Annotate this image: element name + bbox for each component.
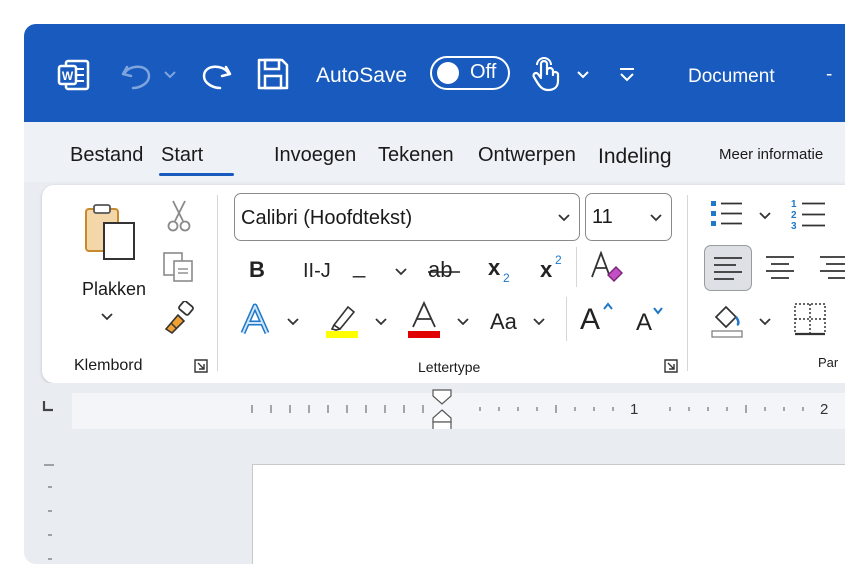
document-page[interactable] — [252, 464, 845, 564]
numbering-icon[interactable]: 1 2 3 — [790, 197, 826, 232]
autosave-toggle[interactable]: Off — [430, 56, 510, 90]
clear-formatting-icon[interactable] — [590, 250, 626, 285]
subscript-button[interactable]: x 2 — [488, 255, 518, 285]
align-left-button[interactable] — [704, 245, 752, 291]
text-effects-icon[interactable] — [240, 303, 274, 337]
first-line-indent-marker-icon[interactable] — [432, 389, 452, 405]
paste-label[interactable]: Plakken — [82, 279, 146, 300]
change-case-dropdown-chevron-icon[interactable] — [532, 315, 546, 329]
copy-icon[interactable] — [162, 251, 196, 283]
tab-selector-icon[interactable] — [42, 399, 54, 412]
tab-indeling[interactable]: Indeling — [598, 145, 672, 169]
ruler-strip: 1 2 — [72, 389, 845, 433]
shrink-font-button[interactable]: A — [636, 303, 666, 336]
minimize-button[interactable]: - — [826, 64, 832, 86]
font-size-combobox[interactable]: 11 — [585, 193, 672, 241]
font-inner-separator-2 — [566, 297, 567, 341]
superscript-label: x — [540, 257, 553, 282]
highlight-dropdown-chevron-icon[interactable] — [374, 315, 388, 329]
clipboard-group-label: Klembord — [74, 357, 143, 374]
redo-icon[interactable] — [198, 58, 234, 92]
subscript-index: 2 — [503, 271, 510, 285]
autosave-state: Off — [470, 61, 497, 83]
text-effects-dropdown-chevron-icon[interactable] — [286, 315, 300, 329]
cut-icon[interactable] — [166, 199, 192, 233]
svg-text:2: 2 — [791, 210, 797, 221]
font-name-combobox[interactable]: Calibri (Hoofdtekst) — [234, 193, 580, 241]
word-window: W AutoSave Off Document - Bestand Start … — [24, 24, 845, 564]
tab-bestand[interactable]: Bestand — [70, 144, 143, 167]
undo-dropdown-chevron-icon[interactable] — [163, 68, 177, 82]
paste-dropdown-chevron-icon[interactable] — [100, 310, 114, 324]
shrink-font-label: A — [636, 309, 653, 336]
font-dialog-launcher-icon[interactable] — [664, 359, 678, 373]
bullets-dropdown-chevron-icon[interactable] — [758, 209, 772, 223]
document-area — [24, 429, 845, 564]
underline-dropdown-chevron-icon[interactable] — [394, 265, 408, 279]
font-color-dropdown-chevron-icon[interactable] — [456, 315, 470, 329]
paragraph-group-label: Par — [818, 355, 839, 370]
undo-icon[interactable] — [119, 58, 155, 92]
font-name-value: Calibri (Hoofdtekst) — [241, 207, 413, 229]
document-title: Document — [688, 66, 775, 87]
title-bar: W AutoSave Off Document - — [24, 24, 845, 122]
paste-icon[interactable] — [82, 203, 140, 261]
vertical-ruler — [24, 429, 72, 564]
ruler-mark-2: 2 — [820, 401, 829, 418]
borders-icon[interactable] — [792, 301, 828, 337]
change-case-button[interactable]: Aa — [490, 309, 517, 335]
align-right-icon[interactable] — [816, 249, 845, 285]
superscript-button[interactable]: x 2 — [540, 253, 570, 283]
touch-mode-dropdown-chevron-icon[interactable] — [576, 68, 590, 82]
highlight-color-icon[interactable] — [326, 301, 360, 339]
tab-start[interactable]: Start — [161, 144, 203, 167]
font-name-chevron-icon[interactable] — [557, 211, 571, 230]
font-size-chevron-icon[interactable] — [649, 211, 663, 230]
underline-button[interactable]: _ — [353, 253, 365, 279]
bold-button[interactable]: B — [249, 257, 265, 283]
tab-invoegen[interactable]: Invoegen — [274, 144, 356, 167]
ribbon-tabs: Bestand Start Invoegen Tekenen Ontwerpen… — [24, 122, 845, 182]
more-info-link[interactable]: Meer informatie — [719, 146, 823, 163]
word-logo-icon[interactable]: W — [57, 58, 91, 92]
shading-icon[interactable] — [710, 301, 746, 339]
clipboard-separator — [217, 195, 218, 371]
align-center-icon[interactable] — [762, 249, 798, 285]
svg-text:3: 3 — [791, 221, 797, 231]
horizontal-ruler: 1 2 — [24, 383, 845, 433]
strikethrough-button[interactable]: ab — [428, 257, 462, 283]
font-size-value: 11 — [592, 206, 613, 228]
ruler-mark-1: 1 — [630, 401, 639, 418]
save-icon[interactable] — [256, 57, 290, 91]
svg-text:1: 1 — [791, 199, 797, 210]
font-color-icon[interactable] — [408, 300, 442, 339]
font-group-label: Lettertype — [418, 359, 481, 375]
shading-dropdown-chevron-icon[interactable] — [758, 315, 772, 329]
active-tab-indicator — [159, 173, 234, 176]
font-separator — [687, 195, 688, 371]
touch-mode-icon[interactable] — [530, 56, 562, 92]
subscript-label: x — [488, 255, 501, 280]
svg-text:W: W — [62, 69, 74, 83]
clipboard-dialog-launcher-icon[interactable] — [194, 359, 208, 373]
font-inner-separator-1 — [576, 247, 577, 287]
bullets-icon[interactable] — [710, 199, 744, 229]
tab-tekenen[interactable]: Tekenen — [378, 144, 454, 167]
grow-font-button[interactable]: A — [580, 299, 616, 336]
toggle-knob — [437, 62, 459, 84]
ribbon-panel: Plakken Klembord Calibri (Hoofdtekst) 11… — [42, 185, 845, 383]
autosave-label: AutoSave — [316, 64, 408, 87]
superscript-index: 2 — [555, 253, 562, 267]
tab-ontwerpen[interactable]: Ontwerpen — [478, 144, 576, 167]
grow-font-label: A — [580, 303, 601, 336]
customize-toolbar-icon[interactable] — [618, 66, 636, 84]
align-left-icon — [714, 257, 742, 280]
italic-button[interactable]: II-J — [303, 260, 331, 283]
format-painter-icon[interactable] — [162, 300, 196, 335]
